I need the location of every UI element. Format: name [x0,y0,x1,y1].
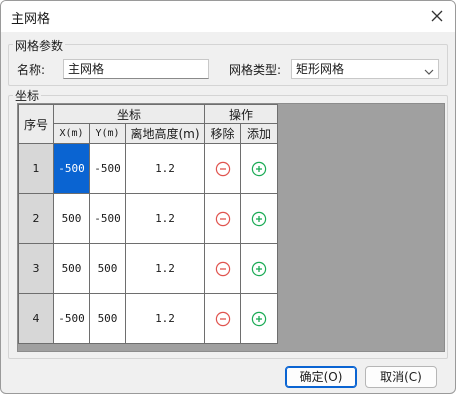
table-row: 4 -500 500 1.2 [18,293,278,344]
add-row-icon[interactable] [251,161,267,177]
grid-type-select[interactable]: 矩形网格 [291,59,439,79]
dialog-window: 主网格 网格参数 名称: 主网格 网格类型: 矩形网格 坐标 序号 坐标 操作 … [0,0,456,394]
row-index: 2 [18,193,54,244]
add-cell [240,193,278,244]
row-index: 1 [18,143,54,194]
height-cell[interactable]: 1.2 [125,293,205,344]
y-cell[interactable]: 500 [89,243,126,294]
coords-grid: 序号 坐标 操作 X(m) Y(m) 离地高度(m) 移除 添加 1 -500 … [17,103,445,352]
add-cell [240,243,278,294]
col-header-x: X(m) [53,123,90,144]
x-cell[interactable]: -500 [53,143,90,194]
remove-cell [204,193,241,244]
coords-label: 坐标 [13,87,42,104]
col-header-index: 序号 [18,104,54,144]
height-cell[interactable]: 1.2 [125,243,205,294]
table-row: 3 500 500 1.2 [18,243,278,294]
col-header-y: Y(m) [89,123,126,144]
col-header-remove: 移除 [204,123,241,144]
table-row: 1 -500 -500 1.2 [18,143,278,194]
remove-cell [204,243,241,294]
name-input[interactable]: 主网格 [63,59,209,79]
add-row-icon[interactable] [251,211,267,227]
window-title: 主网格 [11,12,51,27]
name-label: 名称: [17,63,46,77]
chevron-down-icon [424,64,434,75]
x-cell[interactable]: -500 [53,293,90,344]
table-row: 2 500 -500 1.2 [18,193,278,244]
y-cell[interactable]: 500 [89,293,126,344]
grid-type-label: 网格类型: [229,63,282,77]
coords-table: 序号 坐标 操作 X(m) Y(m) 离地高度(m) 移除 添加 1 -500 … [18,104,278,344]
remove-cell [204,143,241,194]
add-row-icon[interactable] [251,311,267,327]
add-cell [240,143,278,194]
y-cell[interactable]: -500 [89,143,126,194]
y-cell[interactable]: -500 [89,193,126,244]
remove-row-icon[interactable] [215,161,231,177]
ok-button[interactable]: 确定(O) [285,366,357,388]
remove-row-icon[interactable] [215,261,231,277]
close-icon[interactable] [425,4,449,28]
col-header-add: 添加 [240,123,278,144]
remove-row-icon[interactable] [215,211,231,227]
remove-row-icon[interactable] [215,311,231,327]
grid-type-value: 矩形网格 [296,62,345,76]
x-cell[interactable]: 500 [53,193,90,244]
row-index: 3 [18,243,54,294]
cancel-button[interactable]: 取消(C) [365,366,437,388]
col-header-height: 离地高度(m) [125,123,205,144]
add-row-icon[interactable] [251,261,267,277]
title-bar: 主网格 [1,1,455,32]
add-cell [240,293,278,344]
remove-cell [204,293,241,344]
col-header-coord: 坐标 [53,104,205,124]
col-header-ops: 操作 [204,104,278,124]
grid-params-label: 网格参数 [13,37,66,54]
row-index: 4 [18,293,54,344]
height-cell[interactable]: 1.2 [125,143,205,194]
height-cell[interactable]: 1.2 [125,193,205,244]
x-cell[interactable]: 500 [53,243,90,294]
